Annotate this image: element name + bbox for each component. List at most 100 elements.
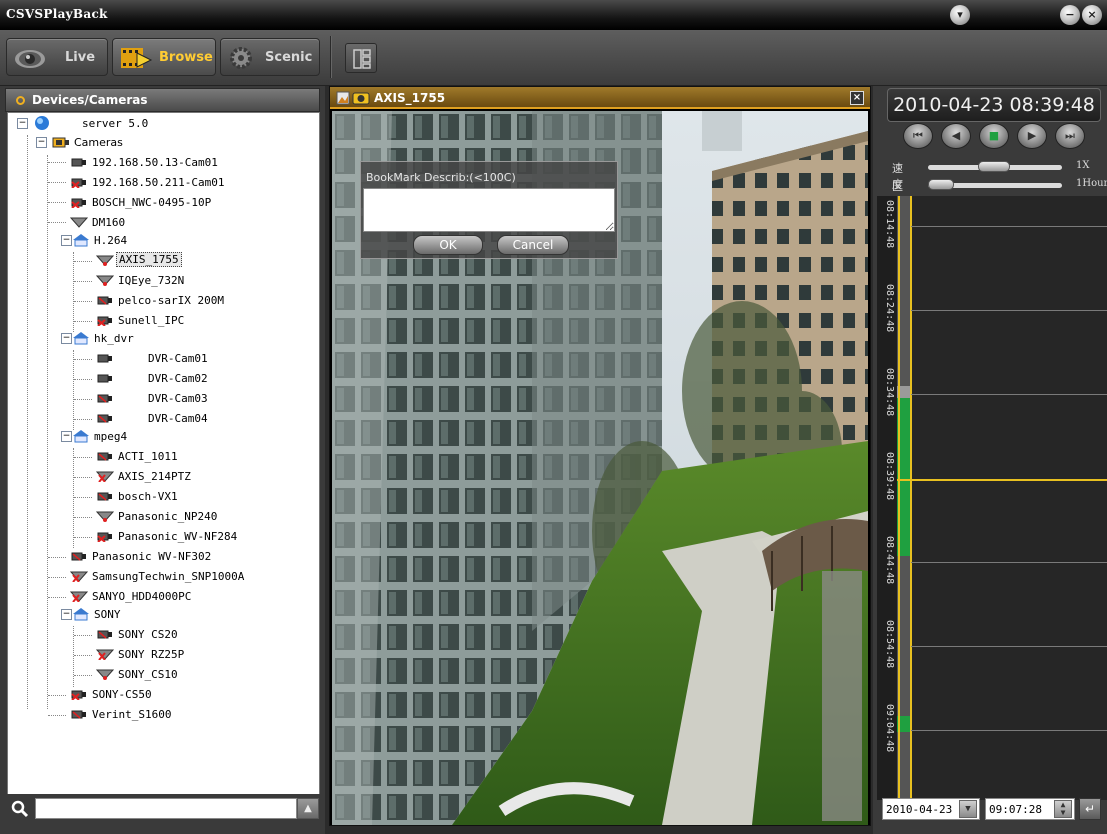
eye-icon [15, 50, 45, 68]
skip-forward-button[interactable]: ⏭ [1055, 123, 1085, 149]
dome-camera-icon [70, 217, 88, 228]
minimize-button[interactable]: − [1060, 5, 1080, 25]
ok-button[interactable]: OK [413, 235, 483, 255]
tree-line [73, 252, 74, 332]
camera-offline-icon [71, 198, 86, 208]
tree-line [48, 222, 66, 223]
speed-value: 1X [1076, 160, 1090, 171]
layout-button[interactable] [345, 43, 377, 73]
tree-line [74, 517, 92, 518]
date-dropdown-button[interactable]: ▼ [959, 800, 977, 818]
skip-back-icon: ⏮ [913, 129, 923, 142]
tree-line [74, 399, 92, 400]
camera-icon [352, 92, 370, 105]
grid-line [911, 226, 1107, 227]
camera-offline-icon [97, 414, 112, 423]
play-button[interactable]: ▶ [1017, 123, 1047, 149]
video-panel: AXIS_1755 × BookMark Describ:(<100C) OK … [329, 86, 871, 826]
house-icon [73, 234, 89, 247]
tab-scenic[interactable]: Scenic [220, 38, 320, 76]
tree-line [74, 261, 92, 262]
enter-arrow-icon: ↵ [1084, 802, 1096, 816]
stop-button[interactable]: ■ [979, 123, 1009, 149]
tab-scenic-label: Scenic [265, 50, 313, 65]
camera-group-icon [52, 137, 69, 148]
track-edge-line [910, 196, 912, 800]
grid-line [911, 562, 1107, 563]
scroll-up-button[interactable]: ▲ [297, 798, 319, 819]
interval-slider[interactable] [928, 179, 1062, 190]
track-edge-line [898, 196, 900, 800]
tree-line [47, 155, 48, 709]
camera-icon [71, 158, 86, 167]
collapse-toggle[interactable]: − [36, 137, 47, 148]
chevron-down-icon: ▾ [957, 8, 963, 21]
layout-grid-icon [353, 49, 371, 69]
play-icon: ▶ [1027, 129, 1037, 142]
grid-line [911, 394, 1107, 395]
tree-line [48, 715, 66, 716]
device-tree: − server 5.0 − Cameras 192.168.50.13-Cam… [7, 112, 320, 802]
tree-line [74, 379, 92, 380]
menu-dropdown-button[interactable]: ▾ [950, 5, 970, 25]
tree-line [74, 635, 92, 636]
speed-slider[interactable] [928, 161, 1062, 172]
tree-line [74, 419, 92, 420]
camera-offline-icon [97, 630, 112, 639]
time-field[interactable]: 09:07:28 ▲ ▼ [985, 798, 1075, 820]
dome-camera-icon [96, 255, 114, 266]
toolbar-divider [330, 36, 332, 78]
bullet-icon [16, 96, 25, 105]
tab-live[interactable]: Live [6, 38, 108, 76]
speed-slider-handle[interactable] [978, 161, 1010, 172]
tree-line [73, 350, 74, 430]
rewind-start-button[interactable]: ⏮ [903, 123, 933, 149]
house-icon [73, 430, 89, 443]
grid-line [911, 730, 1107, 731]
collapse-toggle[interactable]: − [61, 431, 72, 442]
tree-line [48, 162, 66, 163]
dome-camera-offline-icon [96, 649, 114, 660]
timeline[interactable]: 08:14:48 08:24:48 08:34:48 08:39:48 08:4… [877, 196, 1107, 800]
minus-icon: − [1065, 8, 1075, 21]
collapse-toggle[interactable]: − [17, 118, 28, 129]
interval-slider-handle[interactable] [928, 179, 954, 190]
step-back-button[interactable]: ◀ [941, 123, 971, 149]
grid-line [911, 310, 1107, 311]
playhead-cursor[interactable] [897, 479, 1107, 481]
close-window-button[interactable]: × [1082, 5, 1102, 25]
time-tick-label: 08:14:48 [884, 200, 895, 249]
tree-line [74, 281, 92, 282]
collapse-toggle[interactable]: − [61, 333, 72, 344]
camera-offline-icon [97, 532, 112, 542]
tab-browse[interactable]: Browse [112, 38, 216, 76]
collapse-toggle[interactable]: − [61, 609, 72, 620]
devices-header-title: Devices/Cameras [32, 93, 148, 107]
house-icon [73, 608, 89, 621]
search-input[interactable] [35, 798, 297, 819]
playback-panel: 2010-04-23 08:39:48 ⏮ ◀ ■ ▶ ⏭ 速度 1X 区间 1… [873, 86, 1107, 834]
film-play-icon [121, 48, 153, 68]
camera-offline-icon [97, 296, 112, 305]
snapshot-icon[interactable] [336, 91, 350, 105]
go-to-time-button[interactable]: ↵ [1079, 798, 1101, 820]
close-video-button[interactable]: × [850, 91, 864, 105]
play-reverse-icon: ◀ [951, 129, 961, 142]
tree-line [74, 675, 92, 676]
collapse-toggle[interactable]: − [61, 235, 72, 246]
tree-line [74, 477, 92, 478]
video-title: AXIS_1755 [374, 91, 446, 105]
time-ruler: 08:14:48 08:24:48 08:34:48 08:39:48 08:4… [877, 196, 897, 800]
stop-icon: ■ [988, 129, 1000, 142]
close-icon: × [1087, 8, 1097, 21]
tree-line [48, 695, 66, 696]
time-tick-label: 09:04:48 [884, 704, 895, 753]
date-field[interactable]: 2010-04-23 ▼ [882, 798, 980, 820]
tree-line [48, 182, 66, 183]
skip-forward-icon: ⏭ [1065, 129, 1075, 142]
cancel-button[interactable]: Cancel [497, 235, 569, 255]
tab-browse-label: Browse [159, 50, 213, 65]
tree-line [73, 448, 74, 548]
time-spin-button[interactable]: ▲ ▼ [1054, 800, 1072, 818]
bookmark-description-input[interactable] [363, 188, 615, 232]
